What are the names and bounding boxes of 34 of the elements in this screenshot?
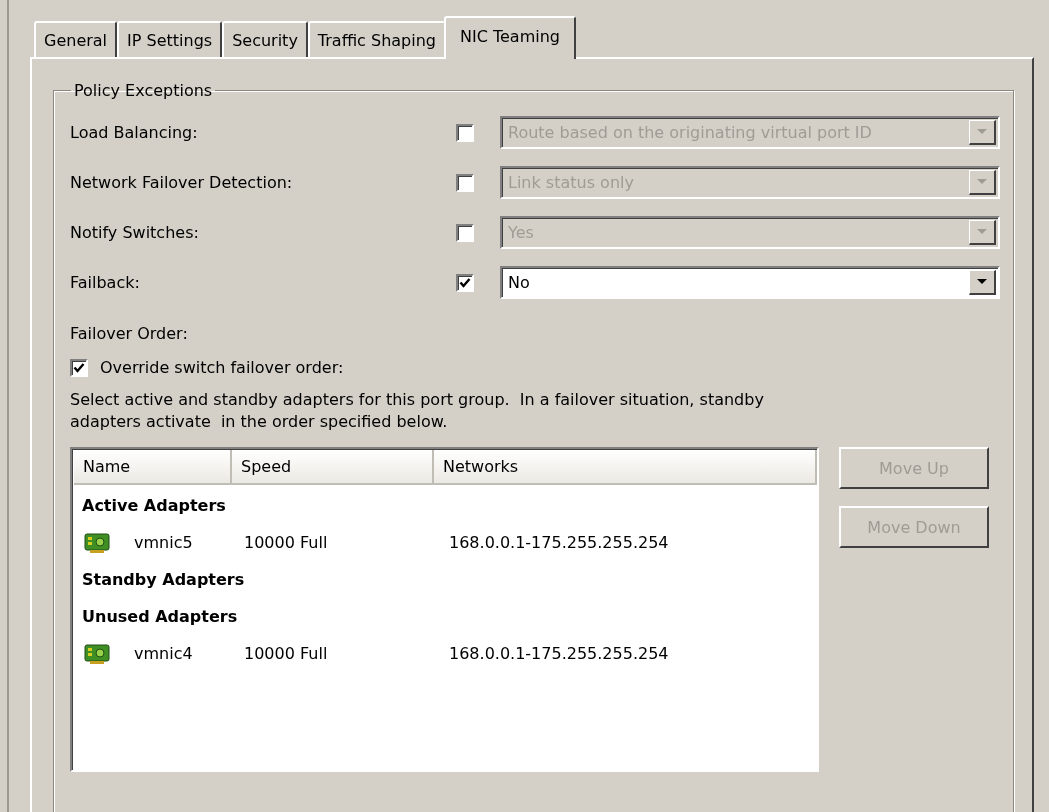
group-title: Policy Exceptions: [73, 81, 214, 100]
tab[interactable]: General: [34, 21, 118, 57]
tab[interactable]: Security: [222, 21, 308, 57]
checkbox[interactable]: [70, 358, 88, 377]
column-header[interactable]: Name: [74, 450, 232, 485]
tab[interactable]: NIC Teaming: [444, 16, 576, 59]
tab[interactable]: Traffic Shaping: [307, 21, 446, 57]
dropdown-arrow-icon: [977, 129, 987, 135]
table-cell-text: 168.0.0.1-175.255.255.254: [448, 644, 670, 663]
section-label: Failover Order:: [70, 324, 189, 343]
network-card-icon: [84, 642, 110, 665]
checkbox[interactable]: [456, 273, 474, 292]
table-cell-text: 168.0.0.1-175.255.255.254: [448, 533, 670, 552]
column-header[interactable]: Speed: [232, 450, 434, 485]
adapter-name[interactable]: vmnic5: [134, 533, 193, 552]
checkbox-label: Override switch failover order:: [100, 358, 344, 377]
dropdown-arrow-icon: [977, 179, 987, 185]
dropdown-arrow-icon: [977, 229, 987, 235]
description-text: Select active and standby adapters for this port group. In a failover situation, standby adapters activate in the order specified below.: [70, 390, 764, 431]
adapter-name[interactable]: vmnic4: [134, 644, 193, 663]
dropdown[interactable]: No: [500, 266, 1000, 299]
group-heading: Unused Adapters: [81, 606, 239, 628]
tab[interactable]: IP Settings: [117, 21, 223, 57]
table-cell-text: 10000 Full: [243, 644, 329, 663]
field-label: Network Failover Detection:: [70, 173, 294, 192]
group-heading: Active Adapters: [81, 495, 227, 517]
field-label: Load Balancing:: [70, 123, 199, 142]
table-cell-text: 10000 Full: [243, 533, 329, 552]
column-header[interactable]: Networks: [434, 450, 817, 485]
field-label: Notify Switches:: [70, 223, 200, 242]
group-heading: Standby Adapters: [81, 569, 246, 591]
field-label: Failback:: [70, 273, 141, 292]
dropdown-arrow-icon: [977, 279, 987, 285]
network-card-icon: [84, 531, 110, 554]
